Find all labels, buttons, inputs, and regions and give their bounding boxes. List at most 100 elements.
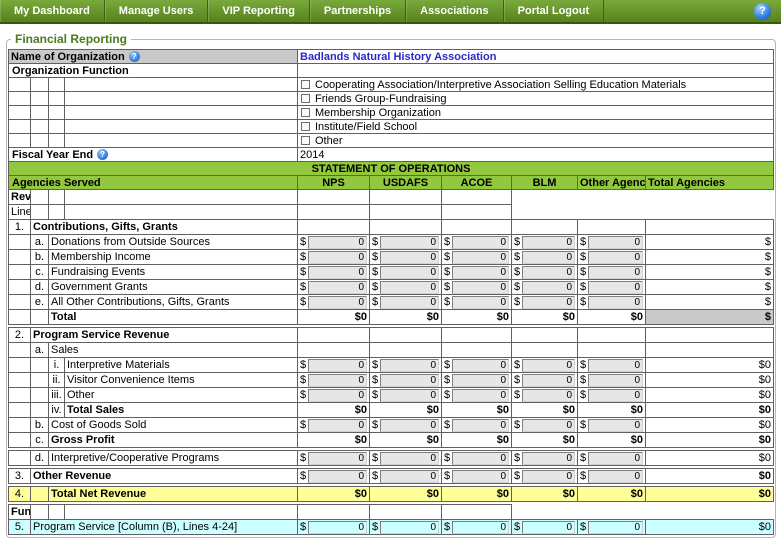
help-icon-small[interactable]: ?: [97, 149, 108, 160]
nav-item-associations[interactable]: Associations: [406, 0, 503, 22]
amount-input[interactable]: [308, 359, 367, 372]
dollar-sign: $: [580, 470, 586, 482]
amount-input[interactable]: [380, 296, 439, 309]
amount-input[interactable]: [522, 521, 575, 534]
fiscal-year-label-cell: Fiscal Year End?: [9, 148, 298, 162]
amount-input[interactable]: [380, 236, 439, 249]
amount-cell: $: [442, 520, 512, 535]
amount-input[interactable]: [522, 359, 575, 372]
amount-input[interactable]: [522, 419, 575, 432]
row-other: iii.Other$$$$$$0: [9, 388, 774, 403]
dollar-sign: $: [444, 521, 450, 533]
amount-input[interactable]: [452, 452, 509, 465]
amount-input[interactable]: [588, 359, 643, 372]
amount-input[interactable]: [588, 266, 643, 279]
amount-input[interactable]: [308, 470, 367, 483]
row-total-net-revenue: 4.Total Net Revenue$0$0$0$0$0$0: [9, 487, 774, 502]
amount-input[interactable]: [522, 389, 575, 402]
row-fundraising-events: c.Fundraising Events$$$$$$: [9, 265, 774, 280]
amount-input[interactable]: [380, 359, 439, 372]
amount-input[interactable]: [452, 236, 509, 249]
amount-input[interactable]: [308, 521, 367, 534]
nav-item-partnerships[interactable]: Partnerships: [310, 0, 406, 22]
amount-input[interactable]: [522, 251, 575, 264]
amount-input[interactable]: [380, 281, 439, 294]
amount-input[interactable]: [308, 374, 367, 387]
line-number: [9, 250, 31, 265]
amount-cell: $: [298, 418, 370, 433]
help-icon-small[interactable]: ?: [129, 51, 140, 62]
top-nav: My DashboardManage UsersVIP ReportingPar…: [0, 0, 781, 24]
amount-input[interactable]: [588, 296, 643, 309]
amount-input[interactable]: [380, 374, 439, 387]
amount-input[interactable]: [308, 419, 367, 432]
amount-input[interactable]: [380, 389, 439, 402]
line-number: 2.: [9, 328, 31, 343]
amount-cell: $: [578, 469, 646, 484]
total-agencies-value: $0: [646, 469, 774, 484]
function-option-checkbox[interactable]: [301, 136, 310, 145]
amount-input[interactable]: [452, 281, 509, 294]
nav-item-portal-logout[interactable]: Portal Logout: [504, 0, 605, 22]
amount-input[interactable]: [452, 374, 509, 387]
amount-input[interactable]: [588, 236, 643, 249]
amount-input[interactable]: [588, 419, 643, 432]
amount-input[interactable]: [588, 389, 643, 402]
amount-cell: $: [370, 520, 442, 535]
computed-total: $0: [370, 310, 442, 325]
amount-input[interactable]: [308, 266, 367, 279]
column-header-other-agencies: Other Agencies: [578, 176, 646, 190]
amount-input[interactable]: [588, 470, 643, 483]
amount-input[interactable]: [452, 419, 509, 432]
amount-input[interactable]: [308, 389, 367, 402]
amount-input[interactable]: [380, 452, 439, 465]
nav-item-vip-reporting[interactable]: VIP Reporting: [208, 0, 310, 22]
amount-input[interactable]: [452, 389, 509, 402]
nav-item-manage-users[interactable]: Manage Users: [105, 0, 209, 22]
amount-input[interactable]: [380, 521, 439, 534]
line-number: [31, 310, 49, 325]
org-function-row: Organization Function: [9, 64, 774, 78]
amount-input[interactable]: [522, 236, 575, 249]
amount-input[interactable]: [522, 266, 575, 279]
amount-input[interactable]: [588, 251, 643, 264]
function-option-row: Institute/Field School: [9, 120, 774, 134]
total-agencies-value: $0: [646, 451, 774, 466]
amount-input[interactable]: [452, 296, 509, 309]
function-option-checkbox[interactable]: [301, 94, 310, 103]
amount-input[interactable]: [522, 470, 575, 483]
amount-input[interactable]: [308, 296, 367, 309]
help-icon[interactable]: ?: [754, 3, 771, 20]
nav-item-my-dashboard[interactable]: My Dashboard: [0, 0, 105, 22]
amount-input[interactable]: [380, 266, 439, 279]
amount-input[interactable]: [380, 470, 439, 483]
computed-total: $0: [298, 403, 370, 418]
computed-total: $0: [512, 433, 578, 448]
computed-total: $0: [442, 403, 512, 418]
amount-input[interactable]: [522, 296, 575, 309]
amount-input[interactable]: [452, 470, 509, 483]
amount-input[interactable]: [588, 452, 643, 465]
amount-input[interactable]: [380, 251, 439, 264]
amount-input[interactable]: [308, 281, 367, 294]
amount-input[interactable]: [380, 419, 439, 432]
function-option-checkbox[interactable]: [301, 108, 310, 117]
amount-input[interactable]: [308, 452, 367, 465]
amount-input[interactable]: [522, 452, 575, 465]
dollar-sign: $: [300, 470, 306, 482]
amount-input[interactable]: [522, 374, 575, 387]
amount-input[interactable]: [588, 374, 643, 387]
amount-input[interactable]: [522, 281, 575, 294]
amount-input[interactable]: [308, 251, 367, 264]
amount-input[interactable]: [452, 359, 509, 372]
amount-cell: $: [298, 469, 370, 484]
function-option-checkbox[interactable]: [301, 80, 310, 89]
amount-input[interactable]: [588, 281, 643, 294]
dollar-sign: $: [372, 521, 378, 533]
amount-input[interactable]: [452, 521, 509, 534]
amount-input[interactable]: [452, 266, 509, 279]
amount-input[interactable]: [588, 521, 643, 534]
function-option-checkbox[interactable]: [301, 122, 310, 131]
amount-input[interactable]: [452, 251, 509, 264]
amount-input[interactable]: [308, 236, 367, 249]
